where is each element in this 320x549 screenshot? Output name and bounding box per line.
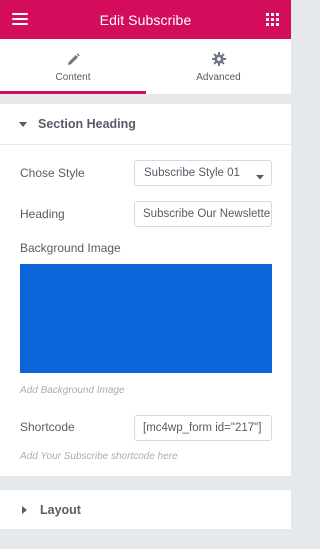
background-image-label: Background Image: [20, 241, 121, 255]
shortcode-label: Shortcode: [20, 420, 75, 434]
panel-title: Edit Subscribe: [99, 11, 192, 28]
chose-style-label: Chose Style: [20, 166, 85, 180]
background-image-preview[interactable]: [20, 264, 272, 373]
tab-advanced-label: Advanced: [196, 72, 241, 83]
section-heading-toggle[interactable]: Section Heading: [0, 104, 291, 145]
panel-header: Edit Subscribe: [0, 0, 291, 39]
tab-content-label: Content: [55, 72, 91, 83]
layout-section-title: Layout: [40, 502, 81, 517]
chevron-down-icon: [256, 171, 264, 183]
heading-input[interactable]: Subscribe Our Newsletter: [134, 201, 272, 227]
caret-right-icon: [22, 501, 28, 519]
layout-section-toggle[interactable]: Layout: [0, 490, 291, 529]
background-image-hint: Add Background Image: [20, 385, 125, 396]
heading-label: Heading: [20, 207, 65, 221]
tab-bar: Content Advanced: [0, 39, 291, 94]
shortcode-hint: Add Your Subscribe shortcode here: [20, 451, 178, 462]
section-heading-title: Section Heading: [38, 117, 136, 131]
shortcode-input[interactable]: [mc4wp_form id="217"]: [134, 415, 272, 441]
tab-content[interactable]: Content: [0, 39, 146, 94]
hamburger-icon[interactable]: [12, 13, 28, 26]
pencil-icon: [67, 50, 80, 68]
tab-advanced[interactable]: Advanced: [146, 39, 291, 94]
chose-style-select[interactable]: Subscribe Style 01: [134, 160, 272, 186]
grid-icon[interactable]: [266, 13, 279, 26]
gear-icon: [211, 50, 226, 68]
caret-down-icon: [19, 115, 27, 133]
chose-style-value: Subscribe Style 01: [144, 167, 240, 179]
